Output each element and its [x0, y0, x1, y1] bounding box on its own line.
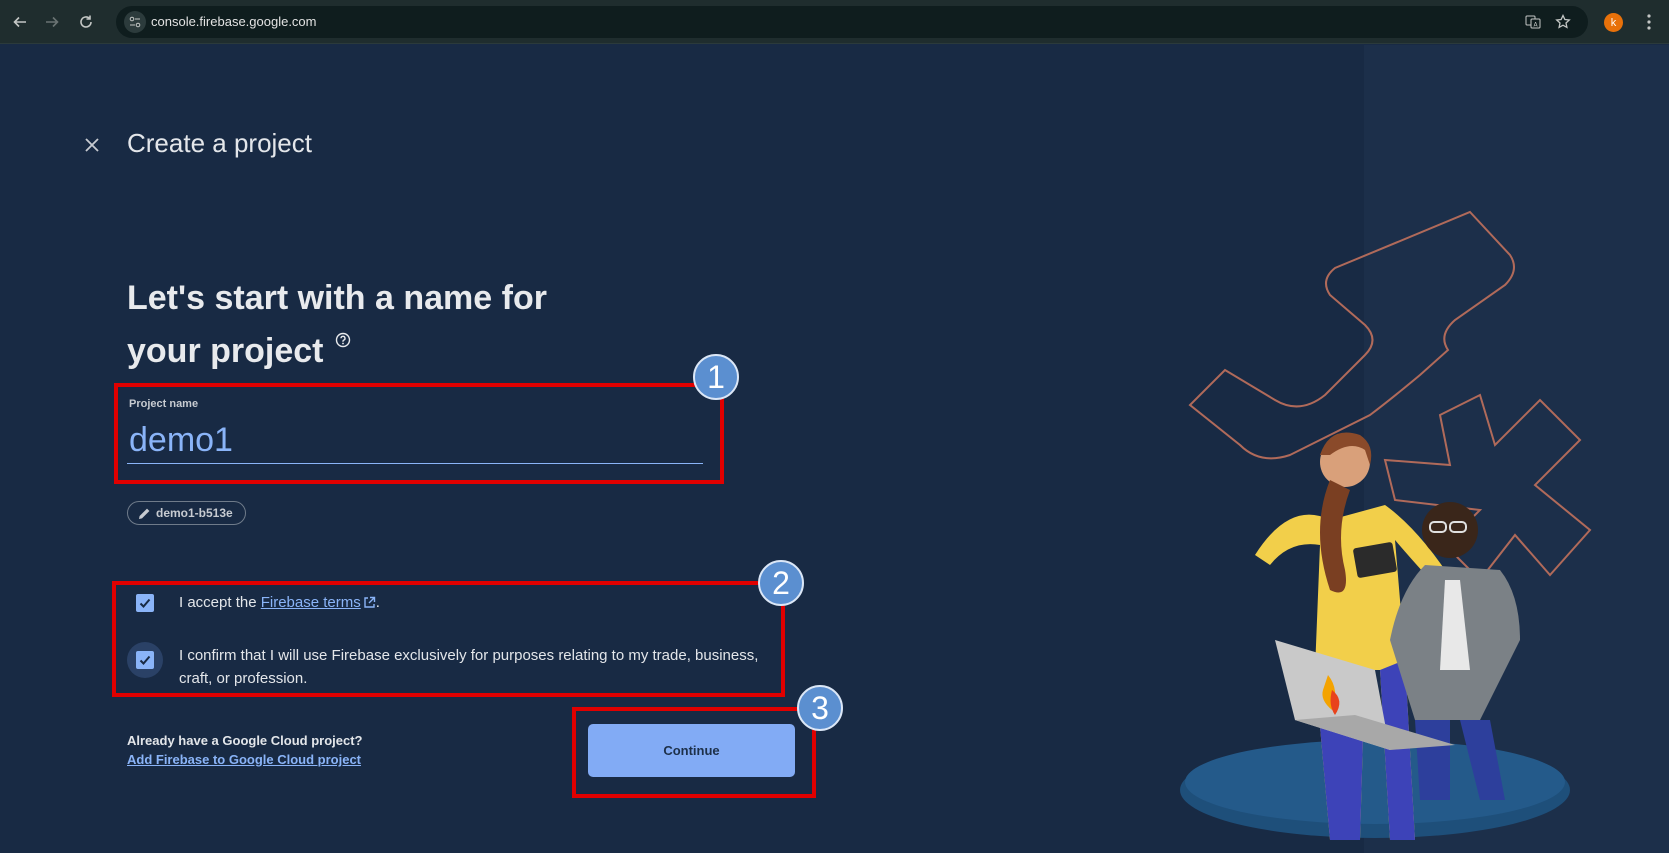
reload-button[interactable] — [72, 8, 100, 36]
arrow-forward-icon — [46, 16, 59, 28]
google-cloud-question: Already have a Google Cloud project? — [127, 733, 363, 748]
forward-button[interactable] — [38, 8, 66, 36]
annotation-box-2 — [112, 581, 785, 697]
close-button[interactable] — [80, 133, 104, 157]
annotation-badge-2: 2 — [758, 560, 804, 606]
url-text: console.firebase.google.com — [151, 14, 317, 29]
browser-menu-button[interactable] — [1640, 12, 1658, 32]
back-button[interactable] — [6, 8, 34, 36]
profile-avatar[interactable]: k — [1604, 13, 1623, 32]
annotation-box-1 — [114, 383, 724, 484]
annotation-badge-1: 1 — [693, 354, 739, 400]
headline: Let's start with a name for your project — [127, 272, 607, 378]
translate-button[interactable]: A — [1524, 13, 1542, 31]
arrow-back-icon — [13, 16, 26, 28]
page-title: Create a project — [127, 128, 312, 158]
annotation-box-3 — [572, 707, 816, 798]
headline-line-1: Let's start with a name for — [127, 279, 547, 317]
add-firebase-to-gcp-link[interactable]: Add Firebase to Google Cloud project — [127, 752, 361, 767]
illustration — [1180, 210, 1592, 840]
star-icon — [1555, 14, 1571, 29]
site-info-button[interactable] — [124, 11, 146, 33]
annotation-badge-3: 3 — [797, 685, 843, 731]
reload-icon — [80, 15, 92, 28]
decorative-outline-shape — [1188, 210, 1515, 460]
bookmark-button[interactable] — [1554, 13, 1572, 31]
tune-icon — [129, 16, 141, 28]
close-icon — [85, 138, 99, 152]
address-bar[interactable]: console.firebase.google.com A — [116, 6, 1588, 38]
more-vert-icon — [1647, 14, 1651, 30]
project-id-text: demo1-b513e — [156, 506, 233, 520]
help-icon[interactable] — [335, 332, 351, 348]
headline-line-2: your project — [127, 332, 324, 370]
pencil-icon — [139, 508, 150, 519]
browser-toolbar: console.firebase.google.com A k — [0, 0, 1669, 44]
translate-icon: A — [1525, 15, 1541, 29]
project-id-chip[interactable]: demo1-b513e — [127, 501, 246, 525]
